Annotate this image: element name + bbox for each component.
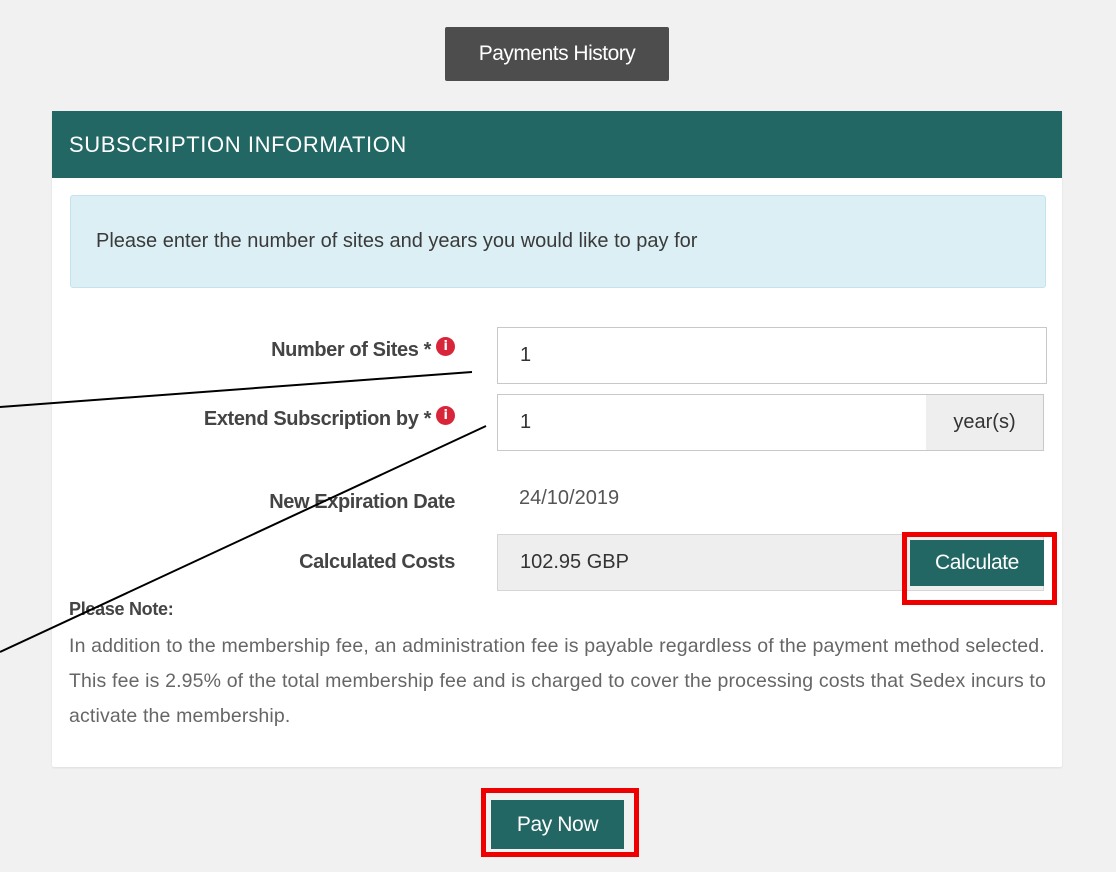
- costs-label: Calculated Costs: [299, 551, 455, 573]
- extend-label: Extend Subscription by *: [203, 408, 432, 430]
- panel-title: SUBSCRIPTION INFORMATION: [52, 111, 1062, 178]
- extend-label-row: Extend Subscription by * i: [203, 406, 455, 431]
- years-unit-addon: year(s): [926, 394, 1044, 451]
- info-circle-icon[interactable]: i: [436, 406, 455, 425]
- calculate-button[interactable]: Calculate: [910, 540, 1044, 586]
- info-circle-icon[interactable]: i: [436, 337, 455, 356]
- page: Payments History SUBSCRIPTION INFORMATIO…: [0, 0, 1116, 872]
- expiration-label: New Expiration Date: [269, 491, 455, 513]
- info-message: Please enter the number of sites and yea…: [70, 195, 1046, 288]
- sites-label: Number of Sites *: [271, 339, 431, 361]
- sites-label-row: Number of Sites * i: [271, 337, 455, 362]
- number-of-sites-input[interactable]: [497, 327, 1047, 384]
- costs-amount: 102.95 GBP: [520, 551, 629, 573]
- expiration-date-value: 24/10/2019: [519, 487, 620, 509]
- pay-now-button[interactable]: Pay Now: [491, 800, 624, 849]
- note-body: In addition to the membership fee, an ad…: [69, 635, 1046, 727]
- payments-history-button[interactable]: Payments History: [445, 27, 669, 81]
- note-title: Please Note:: [69, 599, 174, 619]
- extend-subscription-input[interactable]: [497, 394, 927, 451]
